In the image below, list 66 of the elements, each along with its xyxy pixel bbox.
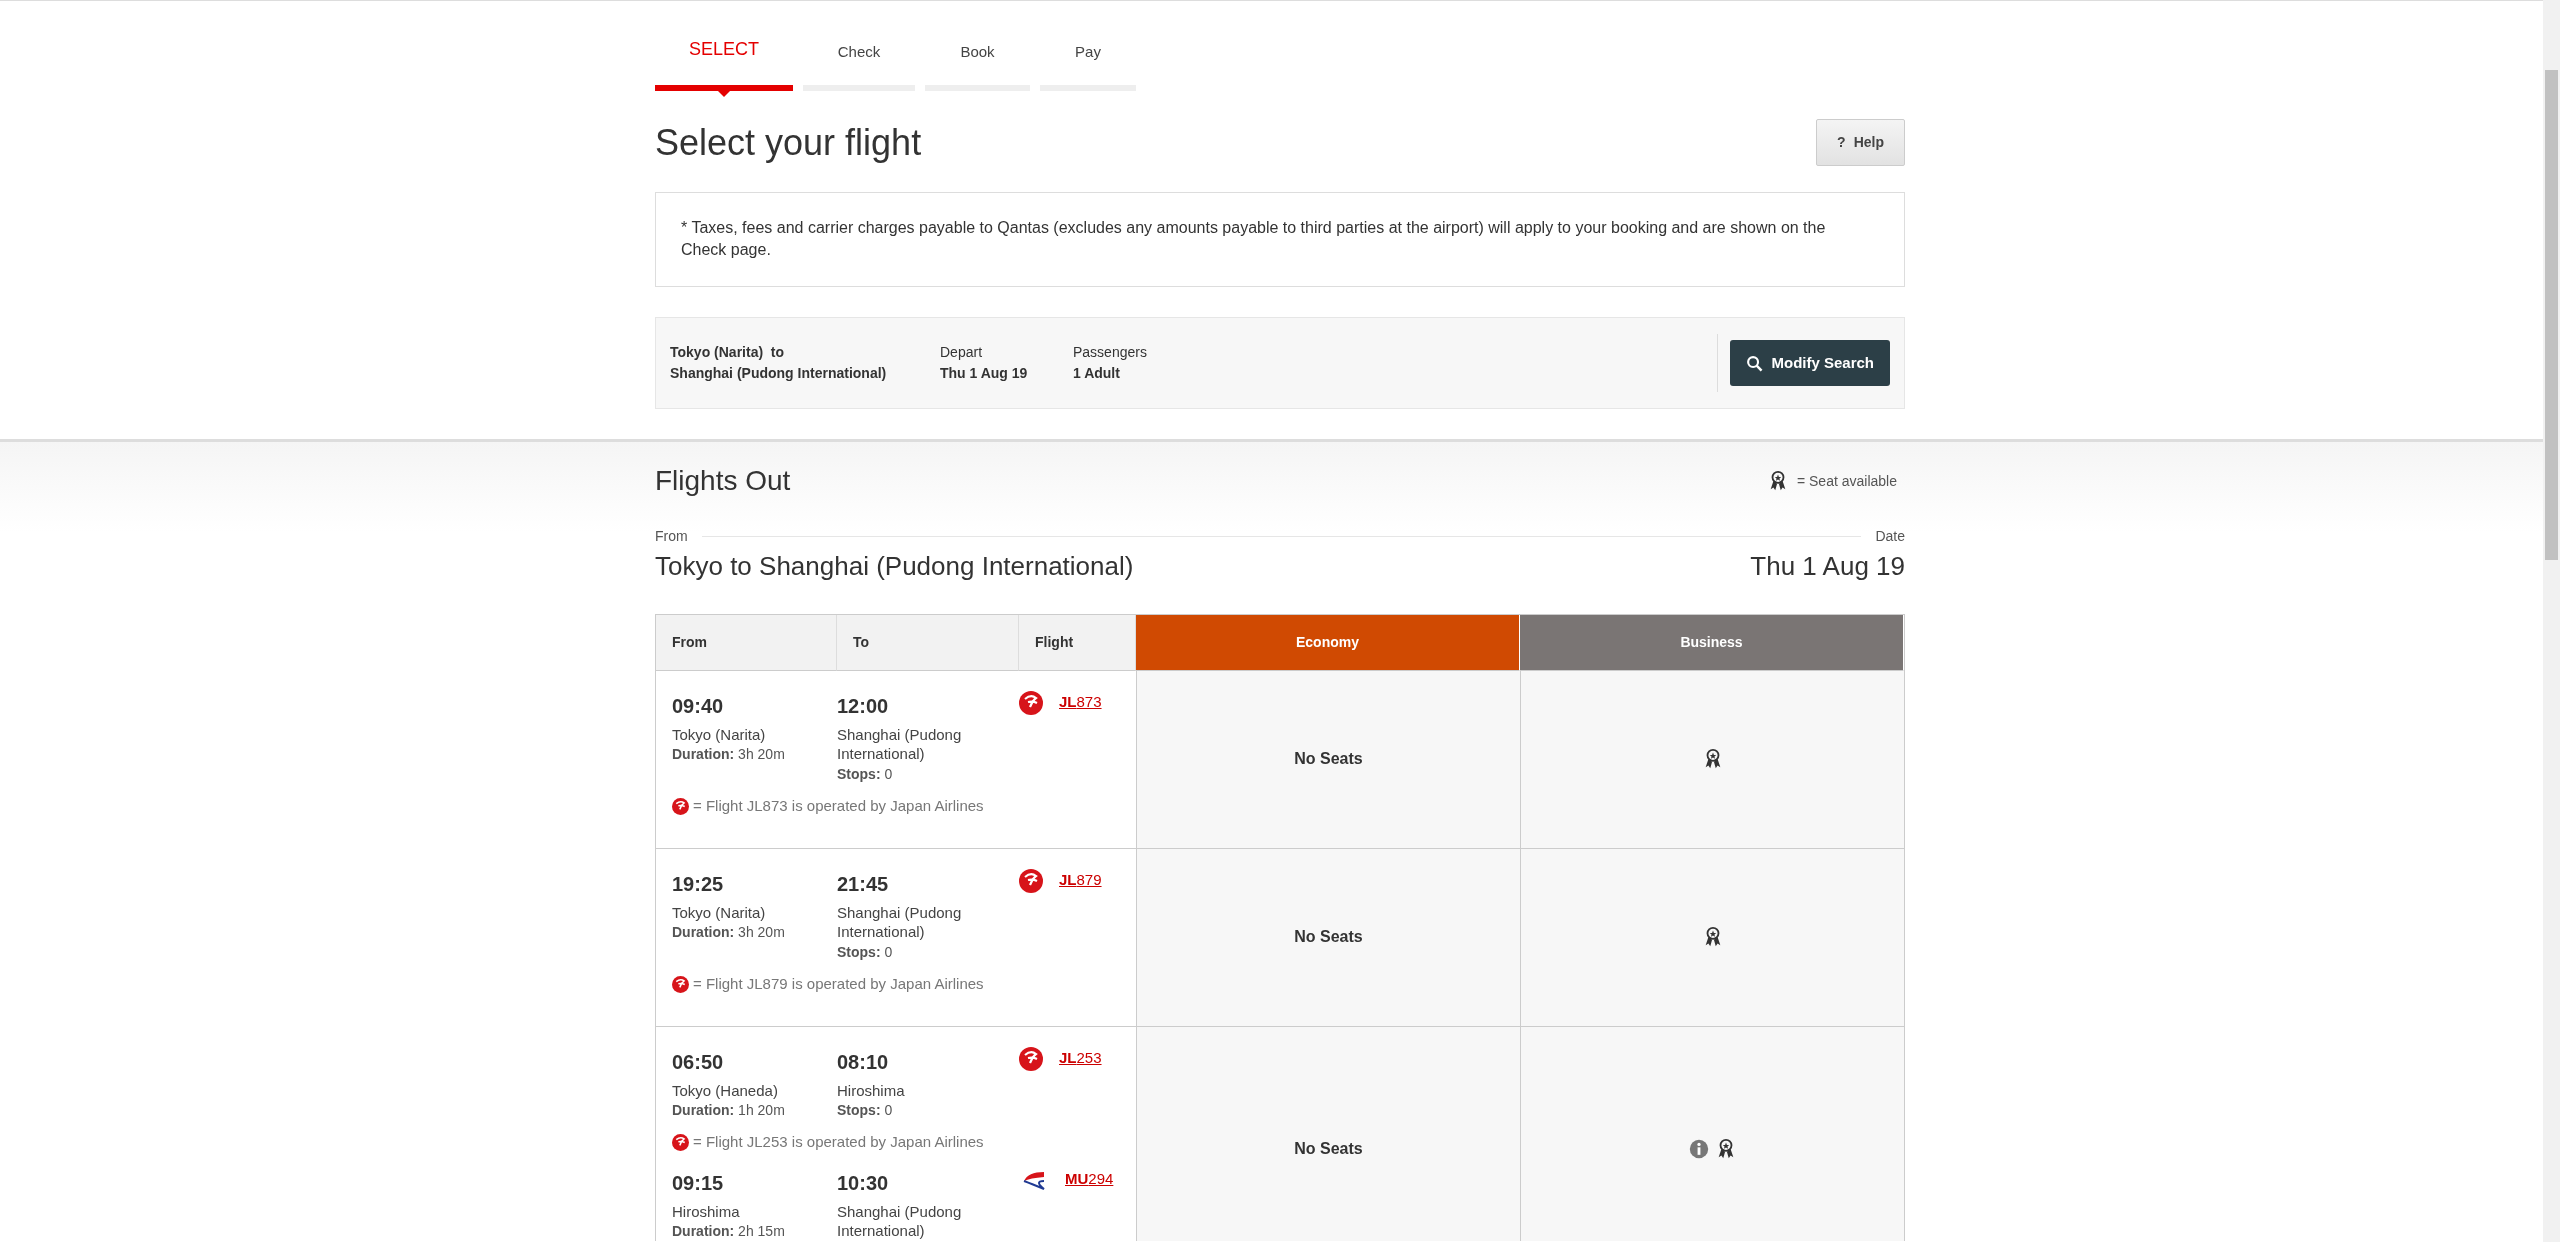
- date-label: Date: [1875, 526, 1905, 546]
- notice-text: * Taxes, fees and carrier charges payable to Qantas (excludes any amounts payable to third parties at the airport) will apply to your booking and are shown on the Check page.: [681, 218, 1827, 261]
- flight-number-link[interactable]: JL879: [1059, 868, 1102, 892]
- operator-note: = Flight JL253 is operated by Japan Airlines: [693, 1132, 984, 1153]
- duration-text: Duration: 3h 20m: [672, 745, 786, 765]
- stops-text: Stops: 0: [837, 764, 894, 784]
- stops-text: Stops: 0: [837, 1101, 894, 1121]
- departure-city: Hiroshima: [672, 1201, 741, 1222]
- route-destination: Shanghai (Pudong International): [670, 364, 888, 384]
- arrival-time: 12:00: [837, 693, 890, 719]
- depart-label: Depart: [940, 343, 984, 363]
- crane-logo-icon: [1019, 1046, 1043, 1071]
- column-header: Economy: [1136, 614, 1520, 671]
- date-heading: Thu 1 Aug 19: [1750, 549, 1905, 583]
- arrival-city: Shanghai (Pudong International): [837, 1201, 963, 1241]
- legend-text: = Seat available: [1796, 471, 1897, 491]
- no-seats-text: No Seats: [1294, 927, 1363, 948]
- no-seats-text: No Seats: [1294, 749, 1363, 770]
- depart-date: Thu 1 Aug 19: [940, 364, 1029, 384]
- scrollbar-thumb[interactable]: [2545, 70, 2558, 560]
- step-tab[interactable]: Book: [925, 40, 1030, 97]
- departure-time: 19:25: [672, 871, 725, 897]
- crane-logo-icon: [672, 1134, 689, 1152]
- arrival-time: 21:45: [837, 871, 890, 897]
- flight-number-link[interactable]: JL253: [1059, 1046, 1102, 1070]
- flight-number-link[interactable]: JL873: [1059, 690, 1102, 714]
- passengers-label: Passengers: [1073, 343, 1148, 363]
- arrival-time: 10:30: [837, 1170, 890, 1196]
- step-tab[interactable]: Pay: [1040, 40, 1136, 97]
- departure-city: Tokyo (Narita): [672, 724, 767, 745]
- crane-logo-icon: [672, 975, 689, 993]
- crane-logo-icon: [1019, 690, 1043, 715]
- arrival-time: 08:10: [837, 1049, 890, 1075]
- no-seats-text: No Seats: [1294, 1138, 1363, 1159]
- column-header: Business: [1520, 614, 1904, 671]
- departure-time: 09:40: [672, 693, 725, 719]
- departure-city: Tokyo (Haneda): [672, 1080, 779, 1101]
- passengers-count: 1 Adult: [1073, 364, 1121, 384]
- departure-time: 09:15: [672, 1170, 725, 1196]
- departure-time: 06:50: [672, 1049, 725, 1075]
- operator-note: = Flight JL873 is operated by Japan Airlines: [693, 795, 984, 816]
- column-header: From: [656, 614, 837, 671]
- crane-logo-icon: [1019, 868, 1043, 893]
- stops-text: Stops: 0: [837, 942, 894, 962]
- duration-text: Duration: 1h 20m: [672, 1101, 786, 1121]
- route-origin: Tokyo (Narita) to: [670, 343, 786, 363]
- departure-city: Tokyo (Narita): [672, 902, 767, 923]
- arrival-city: Hiroshima: [837, 1080, 906, 1101]
- step-tab[interactable]: SELECT: [655, 36, 793, 97]
- from-label: From: [655, 526, 688, 546]
- search-icon: [1746, 354, 1764, 372]
- page-title: Select your flight: [655, 120, 922, 165]
- column-header: Flight: [1019, 614, 1136, 671]
- column-header: To: [837, 614, 1019, 671]
- section-title: Flights Out: [655, 464, 791, 498]
- step-tab[interactable]: Check: [803, 40, 915, 97]
- arrival-city: Shanghai (Pudong International): [837, 902, 963, 942]
- duration-text: Duration: 2h 15m: [672, 1222, 786, 1241]
- arrival-city: Shanghai (Pudong International): [837, 724, 963, 764]
- help-button[interactable]: ? Help: [1816, 119, 1905, 166]
- crane-logo-icon: [672, 797, 689, 815]
- operator-note: = Flight JL879 is operated by Japan Airlines: [693, 973, 984, 994]
- route-heading: Tokyo to Shanghai (Pudong International): [655, 549, 1134, 583]
- duration-text: Duration: 3h 20m: [672, 923, 786, 943]
- modify-search-button[interactable]: Modify Search: [1730, 339, 1890, 387]
- flight-number-link[interactable]: MU294: [1065, 1167, 1114, 1191]
